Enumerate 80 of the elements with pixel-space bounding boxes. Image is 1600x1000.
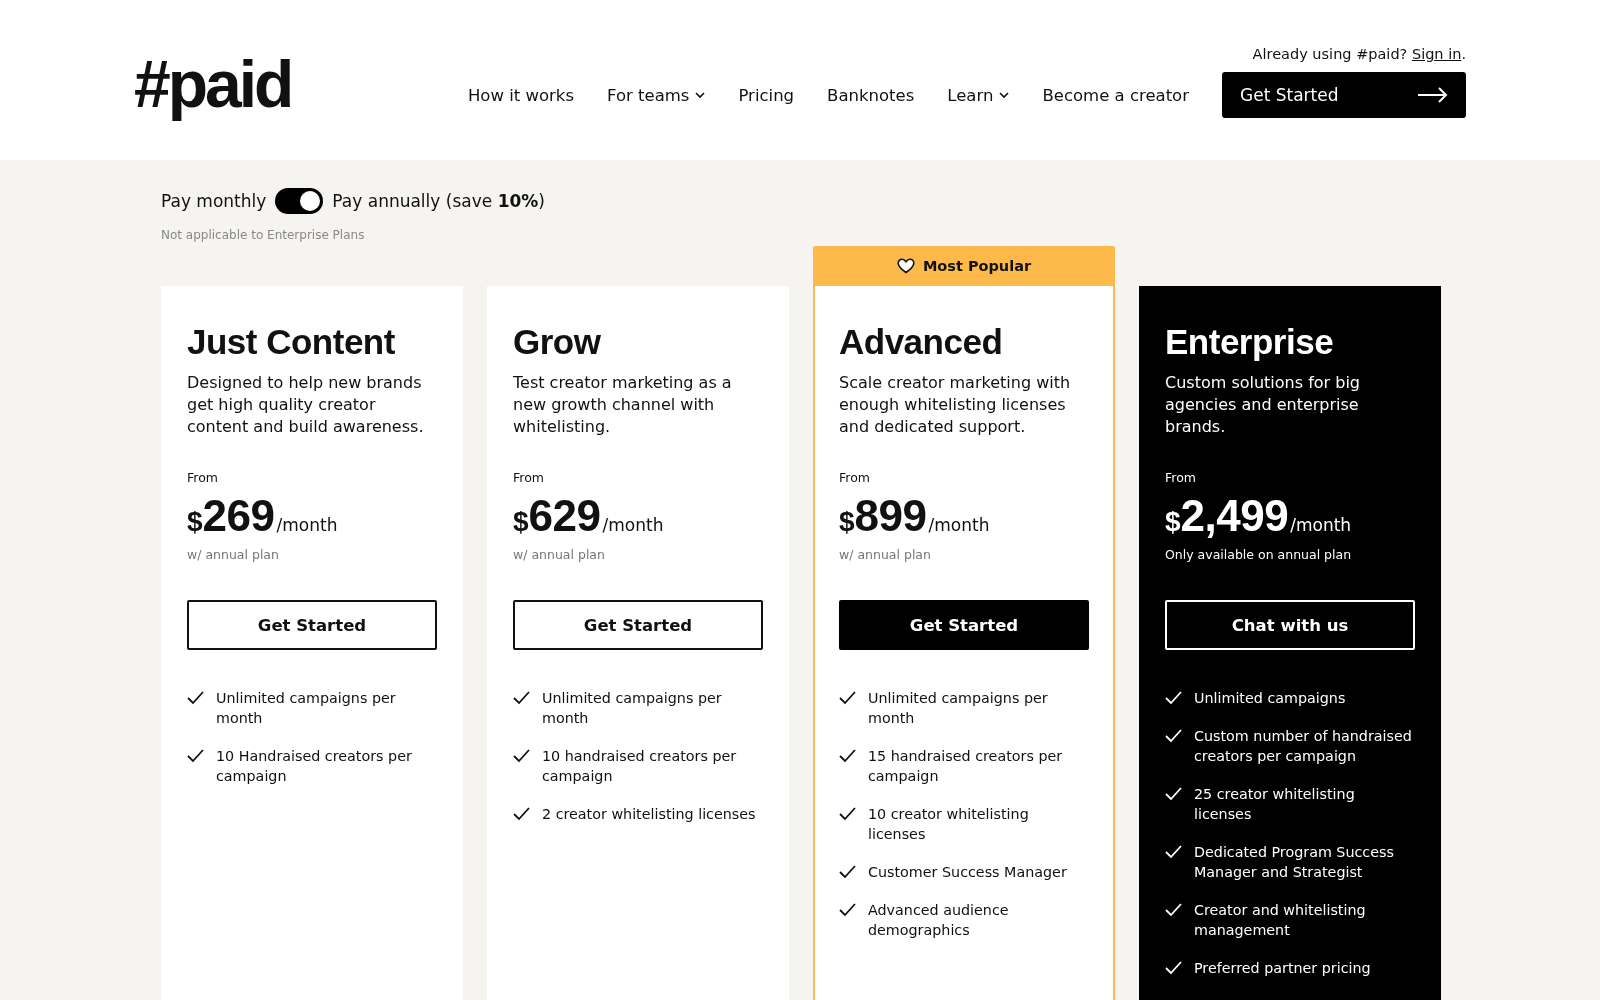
feature-text: 10 handraised creators per campaign xyxy=(542,747,738,786)
plan-note: w/ annual plan xyxy=(187,547,280,562)
check-icon xyxy=(1165,845,1182,859)
feature-text: Unlimited campaigns per month xyxy=(542,689,723,728)
currency-symbol: $ xyxy=(513,506,529,538)
plan-price: 629 xyxy=(528,491,601,541)
feature-text: Custom number of handraised creators per campaign xyxy=(1194,727,1413,766)
check-icon xyxy=(839,903,856,917)
feature-text: 10 Handraised creators per campaign xyxy=(216,747,413,786)
chat-button[interactable]: Chat with us xyxy=(1165,600,1415,650)
plan-price: 269 xyxy=(202,491,275,541)
check-icon xyxy=(513,807,530,821)
billing-toggle[interactable] xyxy=(275,188,324,214)
check-icon xyxy=(187,691,204,705)
feature-text: 25 creator whitelisting licenses xyxy=(1194,785,1356,824)
feature-text: Creator and whitelisting management xyxy=(1194,901,1367,940)
pay-annually-label: Pay annually (save 10%) xyxy=(332,191,545,211)
check-icon xyxy=(1165,691,1182,705)
sign-in-prompt: Already using #paid? Sign in. xyxy=(1252,46,1466,62)
nav-link[interactable]: Learn xyxy=(947,85,1010,105)
feature-text: Dedicated Program Success Manager and Strategist xyxy=(1194,843,1395,882)
currency-symbol: $ xyxy=(839,506,855,538)
plan-description: Custom solutions for big agencies and enterprise brands. xyxy=(1165,372,1361,438)
plans-note: Not applicable to Enterprise Plans xyxy=(161,228,366,242)
from-label: From xyxy=(187,470,219,485)
nav-link[interactable]: Become a creator xyxy=(1042,85,1189,105)
sign-in-link[interactable]: Sign in xyxy=(1411,46,1462,62)
price-period: /month xyxy=(928,515,990,535)
arrow-right-icon xyxy=(1418,87,1448,103)
check-icon xyxy=(1165,903,1182,917)
from-label: From xyxy=(513,470,545,485)
nav-link[interactable]: How it works xyxy=(467,85,574,105)
from-label: From xyxy=(839,470,871,485)
check-icon xyxy=(839,691,856,705)
check-icon xyxy=(513,691,530,705)
check-icon xyxy=(1165,787,1182,801)
nav-link[interactable]: Pricing xyxy=(738,85,795,105)
feature-text: Preferred partner pricing xyxy=(1194,959,1371,978)
nav-link[interactable]: Banknotes xyxy=(827,85,915,105)
feature-text: 10 creator whitelisting licenses xyxy=(868,805,1030,844)
get-started-button[interactable]: Get Started xyxy=(839,600,1089,650)
plan-name: Enterprise xyxy=(1165,322,1335,362)
price-period: /month xyxy=(276,515,338,535)
plan-description: Designed to help new brands get high quality creator content and build awareness. xyxy=(187,372,425,438)
plan-note: w/ annual plan xyxy=(513,547,606,562)
plan-price: 899 xyxy=(854,491,927,541)
check-icon xyxy=(839,865,856,879)
price-period: /month xyxy=(602,515,664,535)
check-icon xyxy=(839,749,856,763)
get-started-button[interactable]: Get Started xyxy=(1222,72,1466,118)
from-label: From xyxy=(1165,470,1197,485)
price-period: /month xyxy=(1290,515,1352,535)
plan-name: Advanced xyxy=(839,322,1004,362)
feature-text: Advanced audience demographics xyxy=(868,901,1010,940)
get-started-button[interactable]: Get Started xyxy=(187,600,437,650)
check-icon xyxy=(839,807,856,821)
heart-icon xyxy=(896,258,915,274)
plan-name: Grow xyxy=(513,322,602,362)
check-icon xyxy=(187,749,204,763)
nav-link[interactable]: For teams xyxy=(607,85,706,105)
currency-symbol: $ xyxy=(187,506,203,538)
check-icon xyxy=(513,749,530,763)
most-popular-badge: Most Popular xyxy=(813,246,1115,286)
check-icon xyxy=(1165,729,1182,743)
feature-text: 15 handraised creators per campaign xyxy=(868,747,1064,786)
plan-note: w/ annual plan xyxy=(839,547,932,562)
feature-text: Unlimited campaigns per month xyxy=(868,689,1049,728)
feature-text: 2 creator whitelisting licenses xyxy=(542,805,756,824)
feature-text: Unlimited campaigns xyxy=(1194,689,1346,708)
feature-text: Customer Success Manager xyxy=(868,863,1067,882)
plan-description: Scale creator marketing with enough whitelisting licenses and dedicated support. xyxy=(839,372,1072,438)
plan-name: Just Content xyxy=(187,322,396,362)
plan-price: 2,499 xyxy=(1180,491,1289,541)
get-started-button[interactable]: Get Started xyxy=(513,600,763,650)
check-icon xyxy=(1165,961,1182,975)
feature-text: Unlimited campaigns per month xyxy=(216,689,397,728)
currency-symbol: $ xyxy=(1165,506,1181,538)
pay-monthly-label: Pay monthly xyxy=(161,191,267,211)
plan-note: Only available on annual plan xyxy=(1165,547,1353,562)
plan-description: Test creator marketing as a new growth channel with whitelisting. xyxy=(513,372,733,438)
